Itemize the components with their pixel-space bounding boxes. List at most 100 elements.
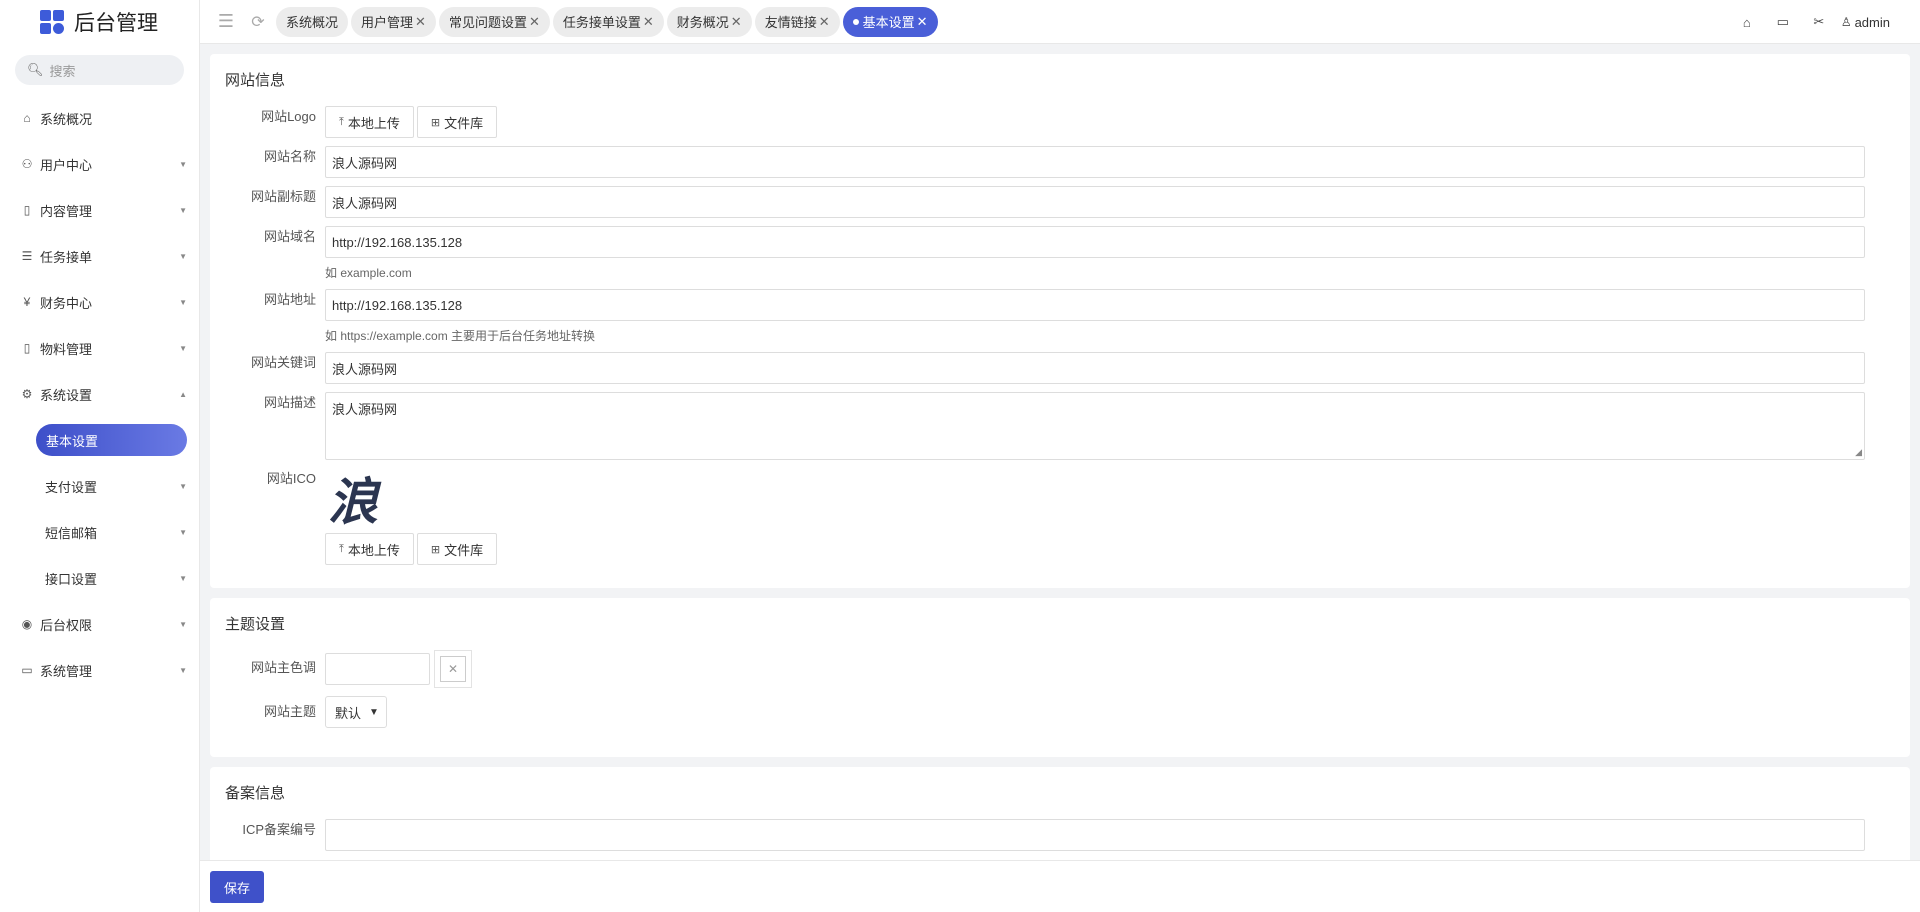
chevron-down-icon: ▼	[179, 159, 187, 169]
sidebar-subitem-sms-email[interactable]: 短信邮箱 ▼	[0, 509, 199, 555]
tools-icon[interactable]: ✂	[1801, 14, 1837, 30]
close-icon[interactable]: ✕	[731, 14, 742, 30]
ico-upload-button[interactable]: ⤒ 本地上传	[325, 533, 414, 565]
site-domain-input[interactable]: http://192.168.135.128	[325, 226, 1865, 258]
field-hint: 如 example.com	[325, 266, 412, 280]
sidebar-item-content[interactable]: ▯ 内容管理 ▼	[0, 187, 199, 233]
theme-row: 网站主题 默认 ▼	[225, 696, 1895, 728]
tab-faq-settings[interactable]: 常见问题设置 ✕	[438, 6, 550, 37]
sidebar-item-permissions[interactable]: ◉ 后台权限 ▼	[0, 601, 199, 647]
sidebar-subitem-payment[interactable]: 支付设置 ▼	[0, 463, 199, 509]
sidebar-menu: ⌂ 系统概况 ⚇ 用户中心 ▼ ▯ 内容管理 ▼ ☰ 任务接单 ▼ ¥ 财务中心…	[0, 95, 199, 693]
chevron-down-icon: ▼	[179, 481, 187, 491]
sidebar-item-label: 物料管理	[40, 341, 93, 357]
logo-upload-button[interactable]: ⤒ 本地上传	[325, 106, 414, 138]
refresh-icon[interactable]: ⟳	[244, 12, 272, 32]
close-icon[interactable]: ✕	[415, 14, 426, 30]
theme-select[interactable]: 默认 ▼	[325, 696, 387, 728]
resize-handle-icon[interactable]: ◢	[1855, 447, 1862, 458]
sidebar-subitem-basic-settings[interactable]: 基本设置	[0, 417, 199, 463]
field-label: 网站ICO	[266, 471, 316, 486]
sidebar-item-label: 用户中心	[40, 157, 93, 173]
field-hint: 如 https://example.com 主要用于后台任务地址转换	[325, 329, 596, 343]
site-description-textarea[interactable]: 浪人源码网 ◢	[325, 392, 1865, 460]
sidebar-subitem-api[interactable]: 接口设置 ▼	[0, 555, 199, 601]
sidebar-item-system-manage[interactable]: ▭ 系统管理 ▼	[0, 647, 199, 693]
button-label: 文件库	[444, 115, 484, 131]
close-icon[interactable]: ✕	[529, 14, 540, 30]
upload-icon: ⤒	[339, 542, 344, 555]
app-title: 后台管理	[74, 12, 158, 35]
sidebar-item-tasks[interactable]: ☰ 任务接单 ▼	[0, 233, 199, 279]
tab-user-management[interactable]: 用户管理 ✕	[351, 6, 436, 37]
site-url-input[interactable]: http://192.168.135.128	[325, 289, 1865, 321]
select-value: 默认	[335, 705, 362, 721]
chevron-down-icon: ▼	[179, 251, 187, 261]
field-label: 网站主色调	[250, 660, 316, 675]
close-icon[interactable]: ✕	[917, 14, 928, 30]
user-menu[interactable]: ♙ admin	[1841, 15, 1890, 30]
user-icon: ♙	[1840, 15, 1852, 29]
sidebar-subitem-label: 短信邮箱	[45, 525, 98, 541]
monitor-icon[interactable]: ▭	[1765, 14, 1801, 30]
menu-toggle-icon[interactable]: ☰	[210, 11, 242, 32]
sidebar-item-label: 内容管理	[40, 203, 93, 219]
username: admin	[1854, 14, 1890, 30]
field-label: 网站副标题	[250, 189, 316, 204]
search-input[interactable]: 🔍︎ 搜索	[15, 55, 184, 85]
field-label: 网站地址	[263, 292, 316, 307]
color-picker-button[interactable]: ✕	[434, 650, 472, 688]
chevron-down-icon: ▼	[179, 573, 187, 583]
image-icon: ▭	[21, 663, 33, 677]
domain-row: 网站域名 http://192.168.135.128 如 example.co…	[225, 226, 1895, 281]
field-label: 网站描述	[263, 395, 316, 410]
site-name-input[interactable]: 浪人源码网	[325, 146, 1865, 178]
theme-color-input[interactable]	[325, 653, 430, 685]
tab-label: 常见问题设置	[448, 15, 527, 30]
tab-overview[interactable]: 系统概况	[276, 6, 349, 37]
field-label: ICP备案编号	[242, 822, 316, 837]
section-title: 备案信息	[225, 785, 286, 802]
tab-bar: 系统概况 用户管理 ✕ 常见问题设置 ✕ 任务接单设置 ✕ 财务概况 ✕ 友情链…	[276, 6, 941, 37]
logo-row: 网站Logo ⤒ 本地上传 ⊞ 文件库	[225, 106, 1895, 138]
close-icon[interactable]: ✕	[643, 14, 654, 30]
tab-friend-links[interactable]: 友情链接 ✕	[754, 6, 840, 37]
icp-row: ICP备案编号	[225, 819, 1895, 851]
close-icon[interactable]: ✕	[819, 14, 830, 30]
button-label: 本地上传	[347, 115, 400, 131]
tab-label: 友情链接	[764, 15, 817, 30]
tab-label: 用户管理	[361, 15, 414, 30]
main-content: 网站信息 网站Logo ⤒ 本地上传 ⊞ 文件库 网站名称 浪人源码网 网站副标…	[210, 54, 1910, 860]
home-icon: ⌂	[23, 111, 31, 125]
sidebar-item-label: 任务接单	[40, 249, 93, 265]
chevron-down-icon: ▼	[179, 619, 187, 629]
brand[interactable]: 后台管理	[0, 0, 199, 44]
sidebar-item-overview[interactable]: ⌂ 系统概况	[0, 95, 199, 141]
home-icon[interactable]: ⌂	[1729, 15, 1765, 30]
field-label: 网站Logo	[261, 109, 316, 124]
sidebar-item-users[interactable]: ⚇ 用户中心 ▼	[0, 141, 199, 187]
users-icon: ⚇	[21, 157, 33, 171]
tab-label: 财务概况	[676, 15, 729, 30]
site-subtitle-input[interactable]: 浪人源码网	[325, 186, 1865, 218]
sidebar-subitem-label: 基本设置	[36, 424, 187, 456]
sidebar-item-settings[interactable]: ⚙ 系统设置 ▲	[0, 371, 199, 417]
chevron-down-icon: ▼	[369, 706, 379, 718]
ico-library-button[interactable]: ⊞ 文件库	[416, 533, 498, 565]
tab-label: 基本设置	[862, 15, 915, 30]
logo-library-button[interactable]: ⊞ 文件库	[416, 106, 498, 138]
color-row: 网站主色调 ✕	[225, 650, 1895, 688]
tab-task-settings[interactable]: 任务接单设置 ✕	[552, 6, 664, 37]
site-keywords-input[interactable]: 浪人源码网	[325, 352, 1865, 384]
ico-row: 网站ICO 浪 ⤒ 本地上传 ⊞ 文件库	[225, 468, 1895, 565]
sidebar-item-finance[interactable]: ¥ 财务中心 ▼	[0, 279, 199, 325]
field-label: 网站域名	[263, 229, 316, 244]
save-button[interactable]: 保存	[210, 871, 264, 903]
list-icon: ☰	[21, 249, 33, 263]
tab-finance-overview[interactable]: 财务概况 ✕	[666, 6, 752, 37]
section-title: 网站信息	[225, 72, 286, 89]
tab-basic-settings[interactable]: 基本设置 ✕	[842, 6, 938, 37]
icp-input[interactable]	[325, 819, 1865, 851]
subtitle-row: 网站副标题 浪人源码网	[225, 186, 1895, 218]
sidebar-item-materials[interactable]: ▯ 物料管理 ▼	[0, 325, 199, 371]
